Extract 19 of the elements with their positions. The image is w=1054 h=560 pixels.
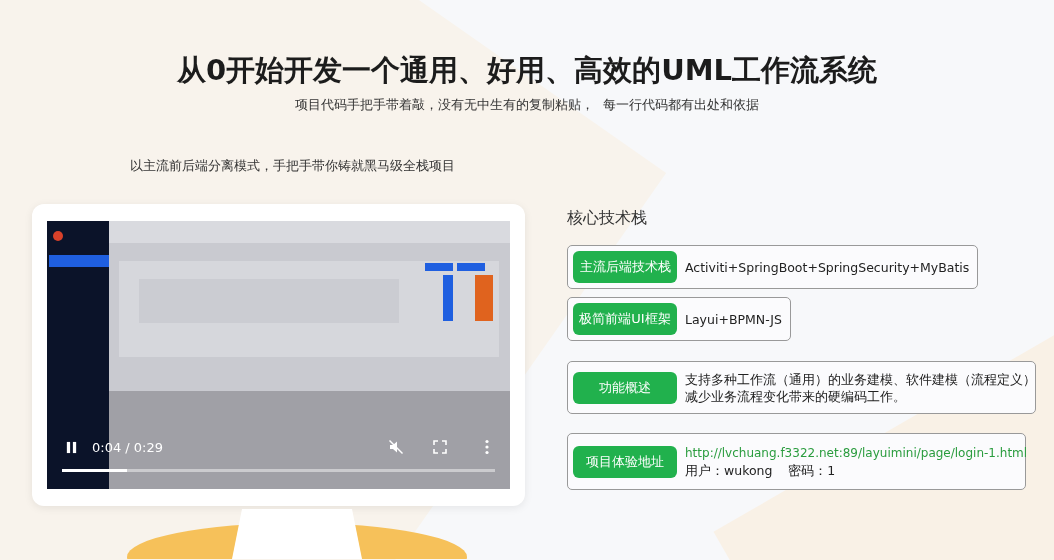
more-icon[interactable]: [484, 439, 490, 455]
pause-icon[interactable]: [65, 440, 78, 454]
description-text: 支持多种工作流（通用）的业务建模、软件建模（流程定义）: [685, 370, 1036, 388]
fullscreen-icon[interactable]: [432, 439, 448, 455]
demo-link[interactable]: http://lvchuang.f3322.net:89/layuimini/page/login-1.html: [685, 444, 1028, 462]
tag-label: 功能概述: [573, 371, 677, 404]
description-text: Activiti+SpringBoot+SpringSecurity+MyBatis: [685, 258, 970, 276]
description-text: 减少业务流程变化带来的硬编码工作。: [685, 387, 907, 405]
page-title: 从0开始开发一个通用、好用、高效的UML工作流系统: [175, 52, 879, 89]
intro-text: 以主流前后端分离模式，手把手带你铸就黑马级全栈项目: [130, 157, 456, 175]
tag-label: 项目体验地址: [573, 445, 677, 478]
video-progress-bar[interactable]: [62, 469, 495, 472]
tag-label: 主流后端技术栈: [573, 251, 677, 283]
section-heading: 核心技术栈: [567, 207, 647, 229]
muted-speaker-icon[interactable]: [388, 439, 404, 455]
subtitle: 项目代码手把手带着敲，没有无中生有的复制粘贴， 每一行代码都有出处和依据: [294, 96, 760, 114]
description-text: Layui+BPMN-JS: [685, 310, 782, 328]
description-text: 用户：wukong 密码：1: [685, 461, 837, 479]
tag-label: 极简前端UI框架: [573, 303, 677, 335]
